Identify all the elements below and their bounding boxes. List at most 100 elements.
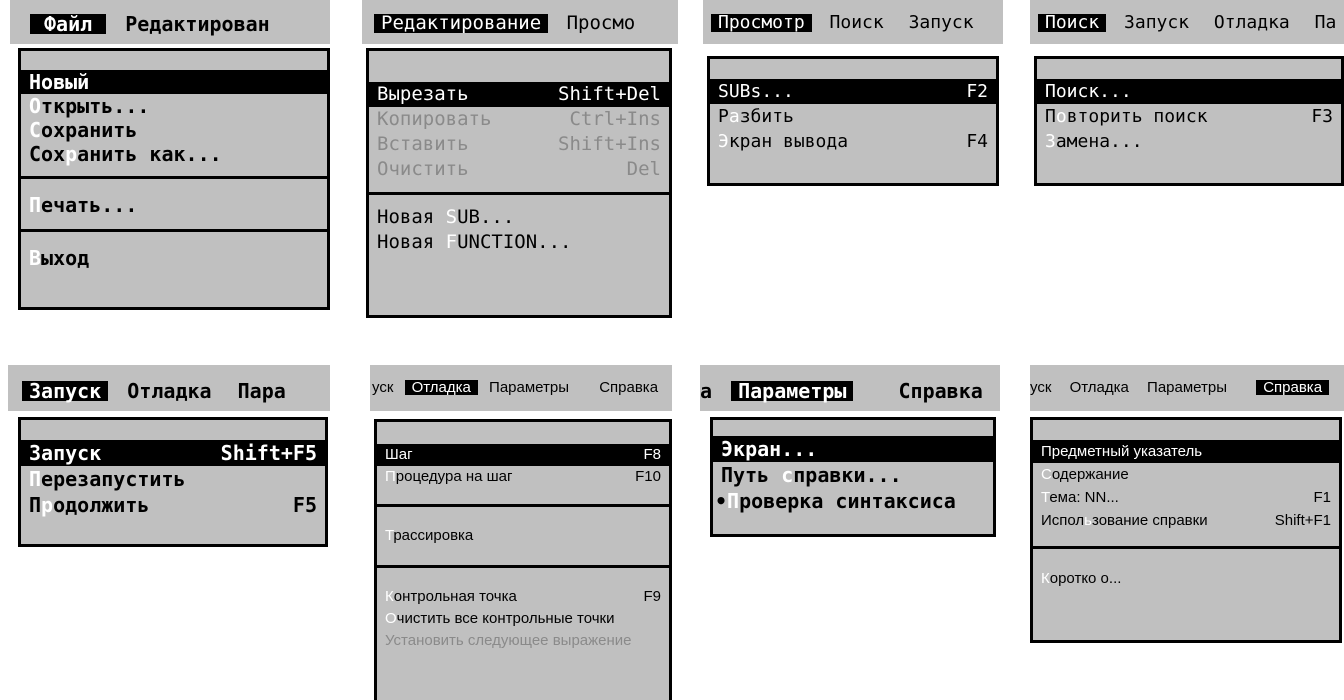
shortcut: F9: [643, 588, 661, 605]
menu-edit[interactable]: Редактирование: [374, 14, 549, 33]
menu-item-using-help[interactable]: Использование справки Shift+F1: [1033, 509, 1339, 532]
search-dropdown: Поиск... Повторить поиск F3 Замена...: [1034, 56, 1344, 186]
menu-help[interactable]: Справка: [892, 381, 990, 401]
menu-search[interactable]: Поиск: [823, 14, 891, 32]
shortcut: Shift+Ins: [558, 133, 661, 155]
menu-item-procedure-step[interactable]: Процедура на шаг F10: [377, 466, 669, 488]
hotkey-letter: О: [385, 610, 397, 627]
menu-item-display[interactable]: Экран...: [713, 436, 993, 462]
hotkey-letter: П: [385, 468, 396, 485]
menu-item-output-screen[interactable]: Экран вывода F4: [710, 129, 996, 154]
run-menu-panel: Запуск Отладка Пара Запуск Shift+F5 Перез…: [8, 365, 330, 557]
hotkey-letter: С: [29, 118, 42, 142]
menu-edit[interactable]: Редактирован: [118, 14, 277, 34]
menu-item-subs[interactable]: SUBs... F2: [710, 79, 996, 104]
shortcut: F4: [966, 131, 988, 152]
hotkey-letter: З: [1045, 131, 1056, 152]
menu-item-new-sub[interactable]: Новая SUB...: [369, 205, 669, 230]
menu-help[interactable]: Справка: [1256, 380, 1330, 395]
menu-run[interactable]: Запуск: [22, 381, 109, 401]
hotkey-letter: Н: [29, 70, 42, 94]
menu-debug[interactable]: Отладка: [1063, 380, 1136, 395]
menu-item-save[interactable]: Сохранить: [21, 118, 327, 142]
menu-item-syntax-checking[interactable]: •Проверка синтаксиса: [713, 488, 993, 514]
menu-item-repeat-search[interactable]: Повторить поиск F3: [1037, 104, 1341, 129]
menu-options[interactable]: Параметры: [1140, 380, 1234, 395]
menu-item-trace[interactable]: Трассировка: [377, 525, 669, 547]
menu-run[interactable]: Запуск: [902, 14, 981, 32]
menu-item-contents[interactable]: Содержание: [1033, 463, 1339, 486]
search-menu-panel: Поиск Запуск Отладка Па Поиск... Повтори…: [1030, 0, 1344, 200]
menu-bar: Поиск Запуск Отладка Па: [1030, 0, 1344, 44]
help-menu-panel: уск Отладка Параметры Справка Предметный…: [1030, 365, 1344, 655]
menu-item-find[interactable]: Поиск...: [1037, 79, 1341, 104]
menu-item-copy: Копировать Ctrl+Ins: [377, 108, 661, 130]
hotkey-letter: F: [445, 231, 458, 253]
menu-options[interactable]: Па: [1308, 14, 1344, 32]
menu-item-print[interactable]: Печать...: [21, 193, 327, 217]
menu-item-new[interactable]: Новый: [21, 70, 327, 94]
menu-run[interactable]: Запуск: [1117, 14, 1196, 32]
menu-options[interactable]: Пара: [231, 381, 293, 401]
menu-view[interactable]: Просмотр: [711, 14, 812, 32]
menu-item-clear: Очистить Del: [377, 158, 661, 180]
menu-debug[interactable]: Отладка: [404, 380, 478, 395]
separator: [1033, 546, 1339, 549]
menu-item-about[interactable]: Коротко о...: [1033, 567, 1339, 590]
shortcut: Shift+Del: [558, 83, 661, 105]
separator: [21, 176, 327, 179]
shortcut: Shift+F5: [220, 441, 317, 465]
menu-bar: уск Отладка Параметры Справка: [370, 365, 672, 411]
menu-item-help-path[interactable]: Путь справки...: [713, 462, 993, 488]
menu-help[interactable]: Справка: [592, 380, 665, 395]
hotkey-letter: а: [728, 106, 740, 127]
shortcut: F10: [635, 468, 661, 485]
menu-item-open[interactable]: Открыть...: [21, 94, 327, 118]
menu-debug[interactable]: Отладка: [120, 381, 218, 401]
menu-options[interactable]: Параметры: [482, 380, 576, 395]
menu-item-cut[interactable]: Вырезать Shift+Del: [369, 82, 669, 107]
menu-item-start[interactable]: Запуск Shift+F5: [21, 440, 325, 466]
menu-options[interactable]: Параметры: [731, 381, 854, 401]
menu-item-replace[interactable]: Замена...: [1037, 129, 1341, 154]
menu-item-step[interactable]: Шаг F8: [377, 444, 669, 466]
hotkey-letter: В: [29, 246, 42, 270]
separator: [369, 192, 669, 195]
menu-bar: уск Отладка Параметры Справка: [1030, 365, 1344, 411]
menu-item-new-function[interactable]: Новая FUNCTION...: [369, 230, 669, 255]
separator: [377, 565, 669, 568]
debug-menu-panel: уск Отладка Параметры Справка Шаг F8 Проц…: [370, 365, 672, 700]
hotkey-letter: S: [445, 206, 458, 228]
menu-view[interactable]: Просмо: [560, 14, 643, 33]
separator: [377, 504, 669, 507]
menu-item-breakpoint[interactable]: Контрольная точка F9: [377, 586, 669, 608]
menu-item-clear-breakpoints[interactable]: Очистить все контрольные точки: [377, 608, 669, 630]
menu-item-split[interactable]: Разбить: [710, 104, 996, 129]
hotkey-letter: П: [727, 489, 740, 513]
hotkey-letter: О: [29, 94, 42, 118]
hotkey-letter: П: [29, 193, 42, 217]
menu-item-topic[interactable]: Тема: NN... F1: [1033, 486, 1339, 509]
menu-item-restart[interactable]: Перезапустить: [21, 466, 325, 492]
hotkey-letter: ь: [1084, 512, 1092, 529]
menu-file[interactable]: Файл: [30, 14, 107, 34]
hotkey-letter: П: [29, 467, 42, 491]
menu-item-exit[interactable]: Выход: [21, 246, 327, 270]
menu-run[interactable]: уск: [370, 380, 400, 395]
menu-debug[interactable]: а: [700, 381, 719, 401]
hotkey-letter: С: [1041, 466, 1052, 483]
shortcut: F8: [643, 446, 661, 463]
hotkey-letter: р: [65, 142, 78, 166]
menu-item-save-as[interactable]: Сохранить как...: [21, 142, 327, 166]
menu-bar: а Параметры Справка: [700, 365, 1000, 411]
menu-search[interactable]: Поиск: [1038, 14, 1107, 32]
menu-debug[interactable]: Отладка: [1207, 14, 1297, 32]
debug-dropdown: Шаг F8 Процедура на шаг F10 Трассировка Ко…: [374, 419, 672, 700]
menu-run[interactable]: уск: [1030, 380, 1058, 395]
help-dropdown: Предметный указатель Содержание Тема: NN…: [1030, 417, 1342, 643]
shortcut: Shift+F1: [1274, 512, 1331, 529]
menu-item-index[interactable]: Предметный указатель: [1033, 440, 1339, 463]
view-dropdown: SUBs... F2 Разбить Экран вывода F4: [707, 56, 999, 186]
shortcut: F2: [966, 81, 988, 102]
menu-item-continue[interactable]: Продолжить F5: [21, 492, 325, 518]
